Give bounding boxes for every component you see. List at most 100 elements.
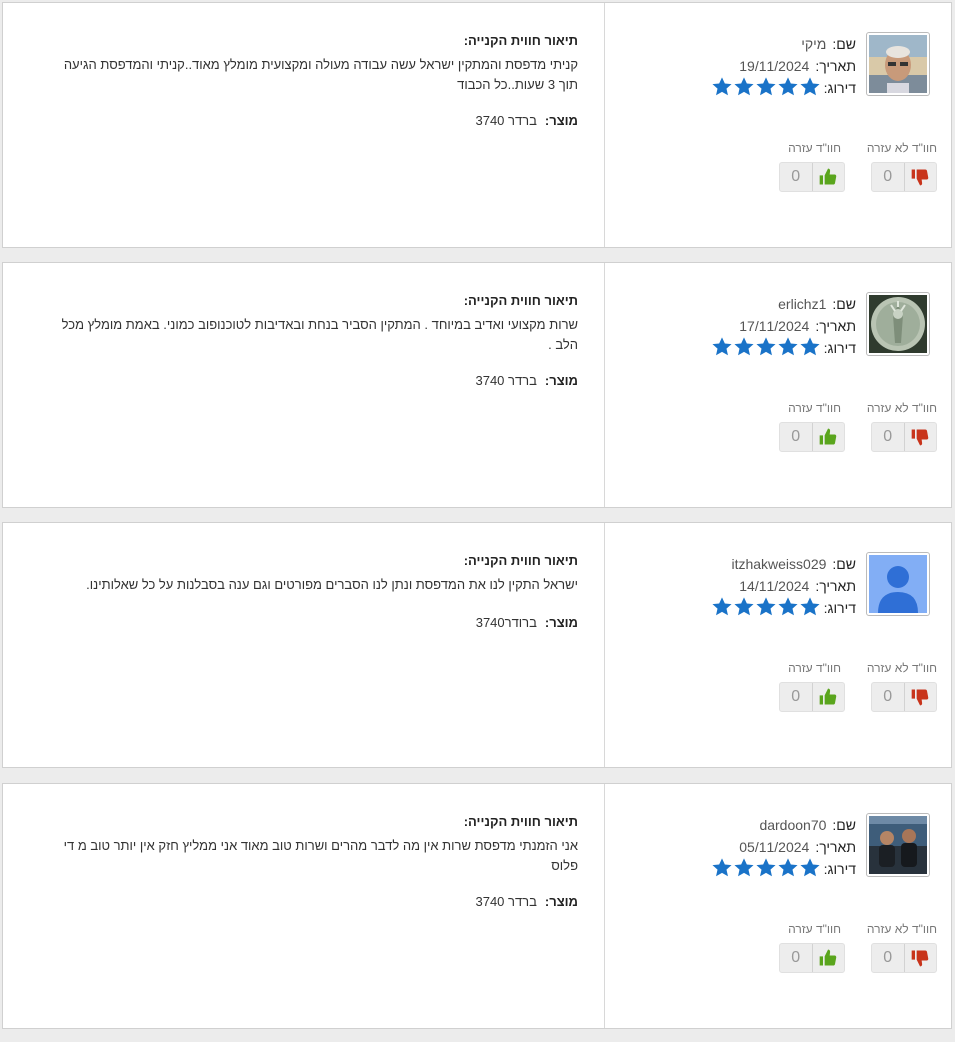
product-row: מוצר: ברדר 3740 <box>475 113 578 128</box>
rating-label: דירוג: <box>823 340 856 356</box>
user-avatar <box>866 813 930 877</box>
review-text: קניתי מדפסת והמתקין ישראל עשה עבודה מעול… <box>63 57 578 92</box>
review-card: שם: itzhakweiss029 תאריך: 14/11/2024 דירוג: ח… <box>2 522 952 768</box>
photo-older-man <box>869 35 927 93</box>
helpful-button[interactable]: 0 <box>779 162 845 192</box>
name-label: שם: <box>832 296 856 312</box>
star-icon <box>756 337 776 356</box>
helpful-count: 0 <box>780 423 813 451</box>
reviewer-name-row: שם: itzhakweiss029 <box>731 556 856 572</box>
not-helpful-button[interactable]: 0 <box>871 682 937 712</box>
description-title: תיאור חווית הקנייה: <box>463 814 578 829</box>
reviewer-name: מיקי <box>801 36 827 52</box>
column-divider <box>604 784 605 1028</box>
rating-label: דירוג: <box>823 600 856 616</box>
helpful-count: 0 <box>780 683 813 711</box>
rating-stars <box>711 596 821 618</box>
reviewer-name: itzhakweiss029 <box>731 556 827 572</box>
helpful-label: חוו"ד עזרה <box>788 922 841 936</box>
date-label: תאריך: <box>815 839 856 855</box>
photo-statue-of-liberty-coin <box>869 295 927 353</box>
user-avatar <box>866 552 930 616</box>
not-helpful-count: 0 <box>872 423 905 451</box>
rating-row: דירוג: <box>818 340 856 356</box>
product-row: מוצר: ברודר3740 <box>476 615 578 630</box>
review-card: שם: erlichz1 תאריך: 17/11/2024 דירוג: חוו"ד ל… <box>2 262 952 508</box>
product-label: מוצר: <box>544 894 578 909</box>
rating-row: דירוג: <box>818 600 856 616</box>
not-helpful-button[interactable]: 0 <box>871 162 937 192</box>
column-divider <box>604 263 605 507</box>
star-icon <box>800 77 820 96</box>
helpful-button[interactable]: 0 <box>779 422 845 452</box>
review-card: שם: מיקי תאריך: 19/11/2024 דירוג: חוו"ד לא עז… <box>2 2 952 248</box>
star-icon <box>756 77 776 96</box>
not-helpful-label: חוו"ד לא עזרה <box>866 922 937 936</box>
product-name: ברדר 3740 <box>475 113 537 128</box>
product-name: ברודר3740 <box>475 615 537 630</box>
star-icon <box>778 337 798 356</box>
name-label: שם: <box>832 36 856 52</box>
thumbs-up-icon <box>813 683 845 711</box>
reviewer-name: dardoon70 <box>759 817 827 833</box>
reviewer-name-row: שם: מיקי <box>801 36 856 52</box>
user-avatar <box>866 32 930 96</box>
thumbs-up-icon <box>813 423 845 451</box>
star-icon <box>712 337 732 356</box>
rating-label: דירוג: <box>823 80 856 96</box>
star-icon <box>800 858 820 877</box>
helpful-label: חוו"ד עזרה <box>788 141 841 155</box>
thumbs-down-icon <box>905 423 937 451</box>
reviewer-name-row: שם: dardoon70 <box>759 817 856 833</box>
not-helpful-count: 0 <box>872 163 905 191</box>
column-divider <box>604 3 605 247</box>
star-icon <box>712 858 732 877</box>
star-icon <box>778 77 798 96</box>
thumbs-up-icon <box>813 944 845 972</box>
star-icon <box>756 597 776 616</box>
description-title: תיאור חווית הקנייה: <box>463 553 578 568</box>
name-label: שם: <box>832 817 856 833</box>
review-date-row: תאריך: 17/11/2024 <box>739 318 856 334</box>
rating-stars <box>711 76 821 98</box>
star-icon <box>712 77 732 96</box>
date-label: תאריך: <box>815 578 856 594</box>
helpful-label: חוו"ד עזרה <box>788 661 841 675</box>
not-helpful-count: 0 <box>872 683 905 711</box>
not-helpful-button[interactable]: 0 <box>871 422 937 452</box>
helpful-button[interactable]: 0 <box>779 943 845 973</box>
review-date: 14/11/2024 <box>739 578 810 594</box>
name-label: שם: <box>832 556 856 572</box>
product-label: מוצר: <box>544 615 578 630</box>
star-icon <box>734 858 754 877</box>
date-label: תאריך: <box>815 318 856 334</box>
star-icon <box>756 858 776 877</box>
review-date-row: תאריך: 05/11/2024 <box>739 839 856 855</box>
helpful-count: 0 <box>780 944 813 972</box>
thumbs-down-icon <box>905 163 937 191</box>
not-helpful-button[interactable]: 0 <box>871 943 937 973</box>
star-icon <box>800 337 820 356</box>
star-icon <box>778 597 798 616</box>
star-icon <box>800 597 820 616</box>
column-divider <box>604 523 605 767</box>
rating-label: דירוג: <box>823 861 856 877</box>
not-helpful-label: חוו"ד לא עזרה <box>866 661 937 675</box>
rating-row: דירוג: <box>818 861 856 877</box>
product-name: ברדר 3740 <box>475 894 537 909</box>
star-icon <box>734 597 754 616</box>
rating-stars <box>711 857 821 879</box>
product-label: מוצר: <box>544 373 578 388</box>
helpful-label: חוו"ד עזרה <box>788 401 841 415</box>
reviewer-name-row: שם: erlichz1 <box>778 296 856 312</box>
review-text: אני הזמנתי מדפסת שרות אין מה לדבר מהרים … <box>63 838 578 873</box>
helpful-button[interactable]: 0 <box>779 682 845 712</box>
star-icon <box>778 858 798 877</box>
review-text: שרות מקצועי ואדיב במיוחד . המתקין הסביר … <box>61 317 578 352</box>
review-text: ישראל התקין לנו את המדפסת ונתן לנו הסברי… <box>86 577 578 592</box>
thumbs-up-icon <box>813 163 845 191</box>
product-row: מוצר: ברדר 3740 <box>475 373 578 388</box>
thumbs-down-icon <box>905 944 937 972</box>
thumbs-down-icon <box>905 683 937 711</box>
not-helpful-label: חוו"ד לא עזרה <box>866 401 937 415</box>
